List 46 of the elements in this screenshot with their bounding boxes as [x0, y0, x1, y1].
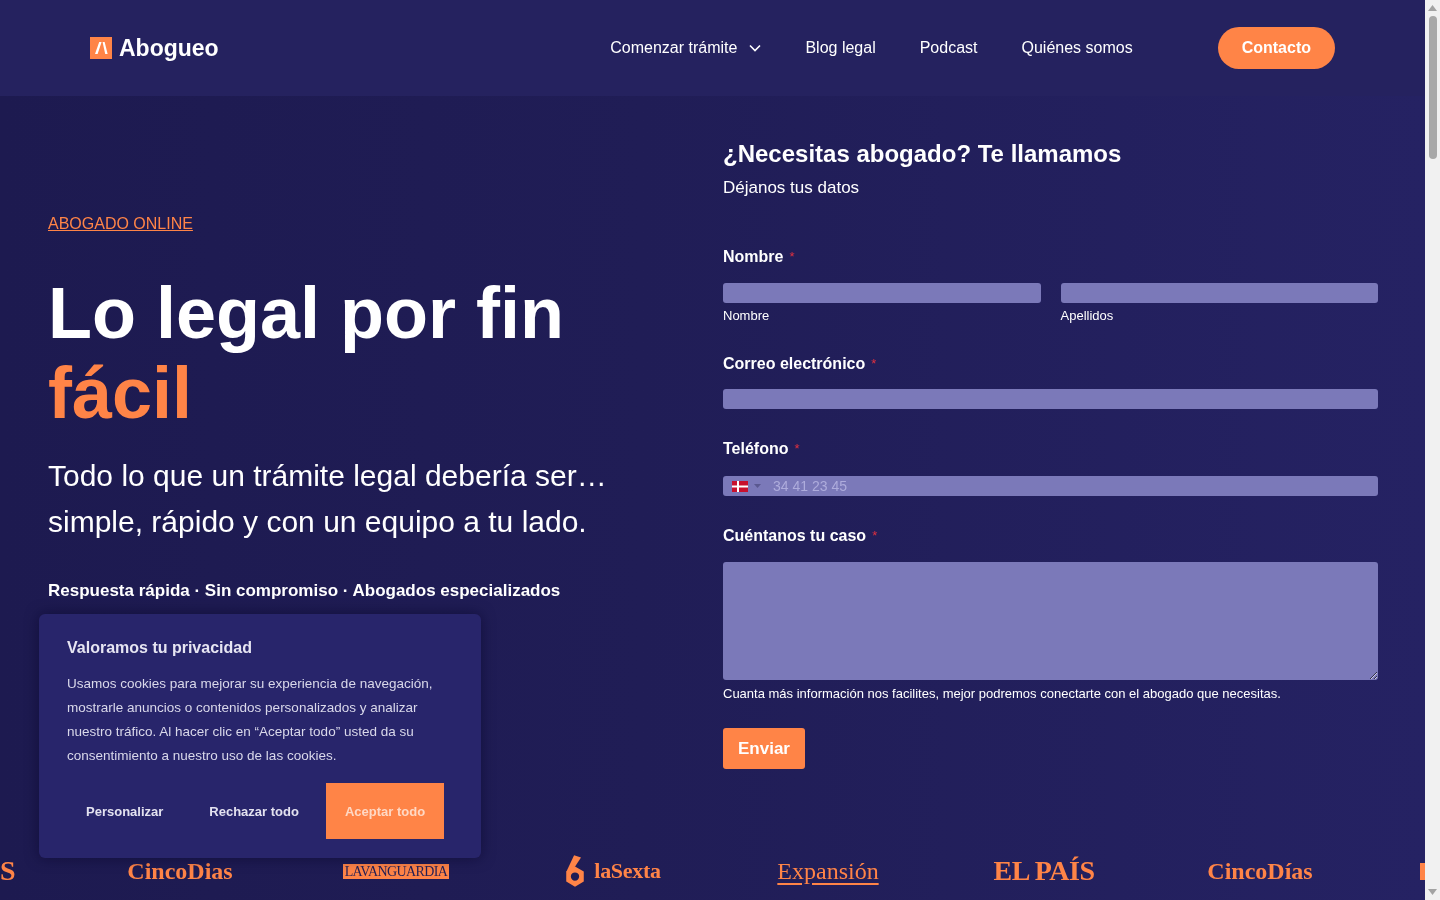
form-title: ¿Necesitas abogado? Te llamamos	[723, 139, 1122, 169]
field-label: Correo electrónico	[723, 354, 866, 374]
required-mark: *	[871, 355, 877, 373]
press-logo: EL PAÍS	[993, 857, 1095, 885]
press-logo: laSexta	[594, 860, 661, 882]
scroll-down-icon[interactable]	[1428, 889, 1437, 895]
first-name-field[interactable]	[723, 283, 1041, 303]
chevron-down-icon	[749, 44, 762, 52]
press-logo: CincoDias	[127, 859, 233, 883]
message-field[interactable]	[723, 562, 1378, 680]
field-label: Cuéntanos tu caso	[723, 526, 867, 546]
field-caption: Nombre	[723, 308, 770, 324]
last-name-field[interactable]	[1060, 283, 1378, 303]
text-button[interactable]: Personalizar	[67, 783, 183, 839]
required-mark: *	[872, 527, 878, 545]
field-label: Teléfono	[723, 439, 789, 459]
cookie-text: Usamos cookies para mejorar su experiencia de navegación, mostrarle anuncios o contenidos personalizados y analizar nuestro tráfico. Al hacer clic en “Aceptar todo” usted da su consentimiento a nuestro uso de las cookies.	[67, 675, 434, 765]
press-logo: Expansión	[777, 859, 879, 883]
press-logo: S	[0, 857, 16, 885]
press-logo: LAVANGUARDIA	[342, 863, 450, 879]
nav-link[interactable]: Comenzar trámite	[610, 37, 762, 59]
logo-icon[interactable]	[90, 37, 112, 59]
hero-subtitle: Todo lo que un trámite legal debería ser… simple, rápido y con un equipo a tu lado.	[48, 458, 608, 540]
hero-headline: Lo legal por fin fácil	[48, 273, 564, 433]
caret-icon	[754, 484, 761, 488]
nav-link[interactable]: Quiénes somos	[1021, 37, 1133, 59]
brand-name[interactable]: Abogueo	[119, 34, 219, 62]
field-label: Nombre	[723, 247, 784, 267]
category-link[interactable]: ABOGADO ONLINE	[48, 214, 193, 234]
press-logo: CincoDías	[1207, 859, 1313, 883]
scrollbar-thumb[interactable]	[1428, 16, 1437, 159]
required-mark: *	[794, 440, 800, 458]
required-mark: *	[789, 248, 795, 266]
hero-tagline: Respuesta rápida · Sin compromiso · Abogados especializados	[48, 580, 561, 602]
help-text: Cuanta más información nos facilites, mejor podremos conectarte con el abogado que necesitas.	[723, 686, 1281, 702]
scrollbar[interactable]	[1425, 0, 1440, 900]
form-subtitle: Déjanos tus datos	[723, 177, 860, 199]
flag-icon	[732, 480, 748, 492]
nav-link[interactable]: Podcast	[919, 37, 978, 59]
nav-link[interactable]: Blog legal	[805, 37, 876, 59]
email-field[interactable]	[723, 389, 1378, 409]
logo-fragment	[1420, 862, 1425, 880]
scroll-up-icon[interactable]	[1428, 5, 1437, 11]
cookie-title: Valoramos tu privacidad	[67, 638, 252, 658]
text-button[interactable]: Rechazar todo	[190, 783, 318, 839]
field-caption: Apellidos	[1060, 308, 1114, 324]
